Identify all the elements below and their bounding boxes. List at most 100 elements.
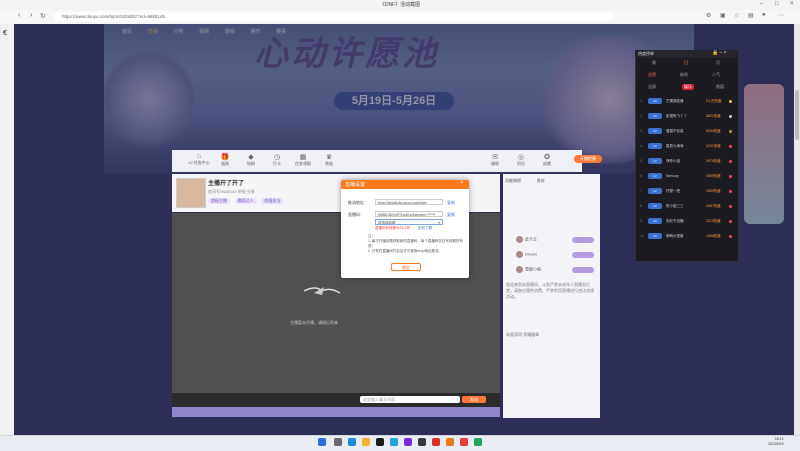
tab-popular[interactable]: 人气 xyxy=(712,72,720,78)
list-item[interactable]: 皮卡丘 xyxy=(516,236,596,246)
scrollbar[interactable] xyxy=(794,24,800,435)
rank-row[interactable]: 5 LV 菲菲小姐 3976热度 xyxy=(640,156,734,167)
line-select[interactable]: 请选择线路 ▾ xyxy=(375,219,443,225)
level-badge: LV xyxy=(648,98,662,104)
rank-row[interactable]: 1 LV 芒果捕捉器 9.1万热度 xyxy=(640,96,734,107)
badge xyxy=(572,267,594,273)
open-reminder-button[interactable]: 开播提醒 xyxy=(574,155,602,163)
list-item[interactable]: Dream xyxy=(516,251,596,261)
toolbar-item[interactable]: ◆ 钻粉 xyxy=(240,153,262,167)
app-icon[interactable] xyxy=(404,438,412,446)
rank-row[interactable]: 8 LV 夜小猫三三 2487热度 xyxy=(640,201,734,212)
rank-row[interactable]: 9 LV 彩虹不加糖 2210热度 xyxy=(640,216,734,227)
task-center-button[interactable]: ⌂ 12 任务中心 xyxy=(188,153,210,166)
sub-looks[interactable]: 颜值 xyxy=(716,84,724,90)
stream-key-field[interactable]: 9685145rToRTUx4IUz1stream=****** xyxy=(375,211,443,217)
close-icon[interactable]: × xyxy=(460,180,464,186)
chat-tabs: 贡献周榜 贵宾 xyxy=(505,178,559,184)
start-icon[interactable] xyxy=(318,438,326,446)
app-icon[interactable] xyxy=(446,438,454,446)
server-url-field[interactable]: rtmp://sendtc3a.douyu.com/live xyxy=(375,199,443,205)
split-icon[interactable]: ▣ xyxy=(720,12,726,19)
search-icon[interactable] xyxy=(334,438,342,446)
app-icon[interactable] xyxy=(418,438,426,446)
user-name: 雪碧小姐 xyxy=(525,266,541,272)
toolbar-item[interactable]: ◷ 打卡 xyxy=(266,153,288,167)
tag[interactable]: 舞蹈达人 xyxy=(234,198,257,204)
rank-row[interactable]: 4 LV 星辰大海海 4231热度 xyxy=(640,141,734,152)
status-dot xyxy=(729,100,732,103)
scroll-thumb[interactable] xyxy=(795,90,799,140)
confirm-button[interactable]: 确定 xyxy=(391,263,421,271)
learn-link[interactable]: 如何了解 xyxy=(418,226,432,231)
app-icon[interactable] xyxy=(432,438,440,446)
reload-icon[interactable]: ↻ xyxy=(40,12,46,20)
crown-icon: ♛ xyxy=(325,154,333,161)
copy-server-button[interactable]: 复制 xyxy=(447,200,455,206)
extension-icon[interactable]: ⚙ xyxy=(706,12,711,19)
tab-week[interactable]: 周 xyxy=(652,60,656,66)
gift-icon: 🎁 xyxy=(220,154,230,161)
level-badge: LV xyxy=(648,113,662,119)
edge-icon[interactable] xyxy=(348,438,356,446)
collections-icon[interactable]: ▤ xyxy=(748,12,754,19)
system-clock[interactable]: 18:12 2023/5/19 xyxy=(768,437,784,446)
tab-month[interactable]: 月 xyxy=(716,60,720,66)
level-badge: LV xyxy=(648,158,662,164)
gift-bar[interactable] xyxy=(172,407,500,417)
tab-weekly[interactable]: 贡献周榜 xyxy=(505,178,521,184)
rank-row[interactable]: 2 LV 影视阿飞丫丫 8821热度 xyxy=(640,111,734,122)
forward-icon[interactable]: › xyxy=(30,12,32,19)
rank-name: 夜小猫三三 xyxy=(666,204,684,208)
toolbar-item[interactable]: ✪ 成就 xyxy=(536,153,558,167)
rank-name: 芒果捕捉器 xyxy=(666,99,684,103)
toolbar-item[interactable]: 🎁 道具 xyxy=(214,153,236,167)
terminal-icon[interactable] xyxy=(376,438,384,446)
back-icon[interactable]: ‹ xyxy=(18,12,20,19)
rank-row[interactable]: 3 LV 雪碧不化装 6344热度 xyxy=(640,126,734,137)
sub-ent[interactable]: 娱乐 xyxy=(682,84,694,90)
avatar xyxy=(516,266,523,273)
favorites-icon[interactable]: ☆ xyxy=(734,12,739,19)
profile-icon[interactable]: ● xyxy=(762,12,766,18)
url-input[interactable]: https://www.douyu.com/topic/520sbhz?rid=… xyxy=(54,12,614,21)
tag[interactable]: 超级主播 xyxy=(208,198,230,204)
app-icon[interactable] xyxy=(460,438,468,446)
folder-icon[interactable] xyxy=(362,438,370,446)
toolbar-item[interactable]: ✉ 福袋 xyxy=(484,153,506,167)
danmu-input[interactable]: 这里输入聊天内容... xyxy=(360,396,460,403)
tab-total[interactable]: 总榜 xyxy=(648,72,656,78)
sidebar-logo-icon[interactable]: € xyxy=(3,30,7,37)
sub-all[interactable]: 全部 xyxy=(648,84,656,90)
close-window-icon[interactable]: × xyxy=(790,1,794,7)
toolbar-item[interactable]: ▦ 任务领取 xyxy=(292,153,314,167)
toolbar-item[interactable]: ◎ 积分 xyxy=(510,153,532,167)
avatar[interactable] xyxy=(176,178,206,208)
rank-row[interactable]: 7 LV 柠檬一把 2960热度 xyxy=(640,186,734,197)
copy-key-button[interactable]: 复制 xyxy=(447,212,455,218)
task-icon: ⌂ xyxy=(196,153,202,160)
tag[interactable]: 颜值担当 xyxy=(261,198,284,204)
rank-number: 9 xyxy=(640,219,642,223)
tab-newbie[interactable]: 新秀 xyxy=(680,72,688,78)
rank-row[interactable]: 6 LV Mercury 3055热度 xyxy=(640,171,734,182)
list-item[interactable]: 雪碧小姐 xyxy=(516,266,596,276)
send-button[interactable]: 发送 xyxy=(462,396,486,403)
rank-row[interactable]: 10 LV 萌萌大怪兽 1966热度 xyxy=(640,231,734,242)
rank-name: Mercury xyxy=(666,174,679,178)
toolbar-item[interactable]: ♛ 贵族 xyxy=(318,153,340,167)
rank-name: 雪碧不化装 xyxy=(666,129,684,133)
rank-window-icons[interactable]: 🔒 – × xyxy=(712,50,727,56)
tab-vip[interactable]: 贵宾 xyxy=(537,178,545,184)
streamer-name: 主播开了开了 xyxy=(208,181,245,187)
tab-day[interactable]: 日 xyxy=(684,60,688,66)
app-icon[interactable] xyxy=(390,438,398,446)
window-title: 《DNF》活动截图 xyxy=(379,2,421,8)
app-icon[interactable] xyxy=(474,438,482,446)
maximize-icon[interactable]: □ xyxy=(775,1,779,7)
user-name: 皮卡丘 xyxy=(525,236,537,242)
more-icon[interactable]: ⋯ xyxy=(778,12,784,19)
minimize-icon[interactable]: – xyxy=(760,1,763,7)
clock-date: 2023/5/19 xyxy=(768,441,784,446)
bag-icon: ✉ xyxy=(492,154,498,161)
